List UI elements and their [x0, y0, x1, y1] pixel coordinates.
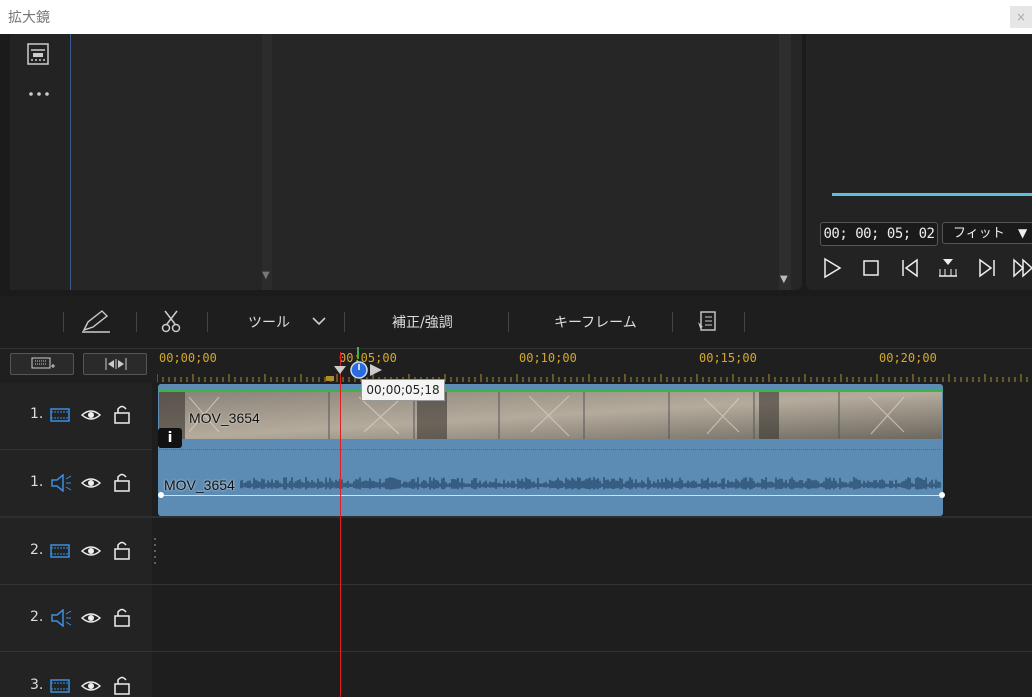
toolbar-divider — [344, 312, 345, 332]
unlock-icon[interactable] — [113, 404, 131, 424]
video-clip-name: MOV_3654 — [189, 410, 260, 426]
ruler-label: 00;15;00 — [699, 351, 757, 365]
preview-progress-line[interactable] — [832, 193, 1032, 196]
video-track-icon[interactable] — [50, 543, 70, 559]
toolbar-divider — [744, 312, 745, 332]
preview-panel — [806, 34, 1032, 290]
track-header-audio-2: 2. — [0, 598, 152, 638]
content-pane — [285, 34, 780, 290]
audio-clip-name: MOV_3654 — [164, 477, 235, 493]
info-badge[interactable]: i — [158, 428, 182, 448]
eye-icon[interactable] — [81, 678, 101, 694]
unlock-icon[interactable] — [113, 472, 131, 492]
eye-icon[interactable] — [81, 407, 101, 423]
playhead-marker — [357, 347, 359, 359]
subtitle-room-icon[interactable] — [26, 42, 50, 66]
ruler-label: 00;10;00 — [519, 351, 577, 365]
unlock-icon[interactable] — [113, 675, 131, 695]
playhead-tooltip: 00;00;05;18 — [361, 379, 445, 401]
volume-line[interactable] — [160, 495, 942, 496]
eye-icon[interactable] — [81, 543, 101, 559]
clip-divider — [159, 449, 942, 451]
chevron-down-icon[interactable]: ▼ — [1018, 222, 1027, 244]
track-number: 3. — [30, 677, 44, 693]
video-thumbnails[interactable] — [159, 392, 942, 439]
scissors-icon[interactable] — [160, 309, 182, 333]
timecode-display[interactable]: 00; 00; 05; 02 — [820, 222, 938, 246]
row-divider — [0, 584, 1032, 585]
unlock-icon[interactable] — [113, 540, 131, 560]
toolbar-divider — [207, 312, 208, 332]
speaker-icon[interactable] — [50, 609, 72, 627]
keyframe-button[interactable]: キーフレーム — [554, 312, 637, 332]
playhead-line[interactable] — [340, 352, 341, 697]
track-header-audio-1: 1. — [0, 463, 152, 503]
track-manager-icon — [31, 357, 55, 369]
row-divider — [0, 651, 1032, 652]
library-list — [72, 34, 272, 290]
tools-menu-button[interactable]: ツール — [248, 312, 290, 332]
volume-keyframe[interactable] — [939, 492, 945, 498]
scroll-down-icon[interactable]: ▼ — [780, 274, 788, 285]
more-icon[interactable] — [28, 90, 50, 98]
track-number: 1. — [30, 474, 44, 490]
row-divider — [0, 516, 1032, 518]
toolbar-divider — [136, 312, 137, 332]
speaker-icon[interactable] — [50, 474, 72, 492]
ruler-label: 00;20;00 — [879, 351, 937, 365]
scroll-down-icon[interactable]: ▼ — [262, 270, 270, 281]
video-track-icon[interactable] — [50, 678, 70, 694]
correct-enhance-button[interactable]: 補正/強調 — [392, 312, 453, 332]
split-marker-icon[interactable] — [936, 256, 960, 280]
fast-forward-icon[interactable] — [1012, 256, 1032, 280]
track-number: 2. — [30, 609, 44, 625]
video-track-icon[interactable] — [50, 407, 70, 423]
library-icon-column — [10, 34, 71, 290]
track-number: 2. — [30, 542, 44, 558]
previous-frame-icon[interactable] — [898, 256, 922, 280]
notes-icon[interactable] — [697, 310, 719, 332]
eye-icon[interactable] — [81, 610, 101, 626]
window-title: 拡大鏡 — [8, 10, 50, 26]
resize-handle-icon[interactable] — [152, 535, 158, 567]
chevron-down-icon[interactable] — [312, 316, 326, 326]
toolbar-divider — [672, 312, 673, 332]
unlock-icon[interactable] — [113, 607, 131, 627]
edit-toolbar — [0, 300, 1032, 344]
next-frame-icon[interactable] — [975, 256, 999, 280]
track-header-video-1: 1. — [0, 395, 152, 435]
close-button[interactable]: × — [1010, 6, 1032, 28]
toolbar-divider — [63, 312, 64, 332]
toolbar-divider — [508, 312, 509, 332]
pen-icon[interactable] — [80, 308, 112, 334]
audio-waveform — [240, 477, 941, 490]
ruler-ticks — [157, 374, 1028, 382]
title-bar — [0, 0, 1032, 34]
track-header-video-2: 2. — [0, 531, 152, 571]
play-icon[interactable] — [820, 256, 844, 280]
ruler-label: 00;00;00 — [159, 351, 217, 365]
fit-timeline-button[interactable] — [83, 353, 147, 375]
row-divider — [0, 449, 152, 450]
stop-icon[interactable] — [859, 256, 883, 280]
library-scrollbar[interactable]: ▼ — [262, 34, 272, 290]
fit-width-icon — [105, 358, 127, 370]
track-number: 1. — [30, 406, 44, 422]
eye-icon[interactable] — [81, 475, 101, 491]
add-track-button[interactable] — [10, 353, 74, 375]
content-scrollbar[interactable]: ▼ — [779, 34, 791, 290]
track-header-video-3: 3. — [0, 666, 152, 697]
